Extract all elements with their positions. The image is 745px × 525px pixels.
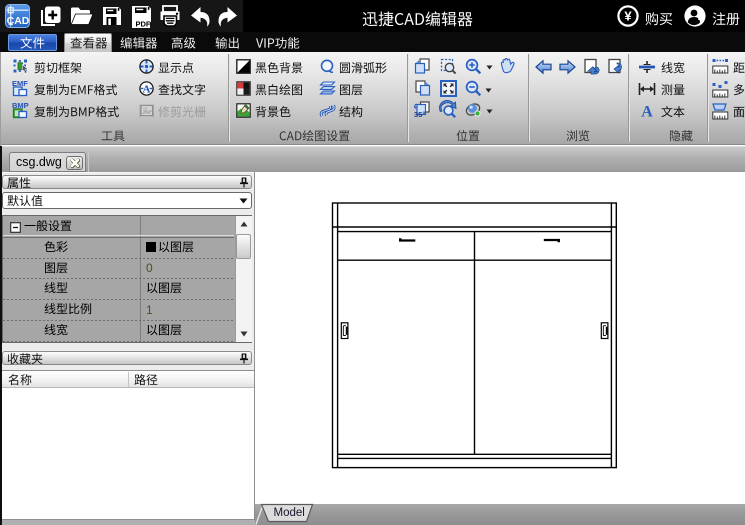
svg-text:¥: ¥ [624,9,632,24]
svg-text:A: A [143,83,151,95]
svg-text:PDF: PDF [136,19,151,28]
svg-text:A: A [641,104,653,121]
svg-text:CAD: CAD [7,15,30,27]
svg-text:35°: 35° [414,110,425,119]
